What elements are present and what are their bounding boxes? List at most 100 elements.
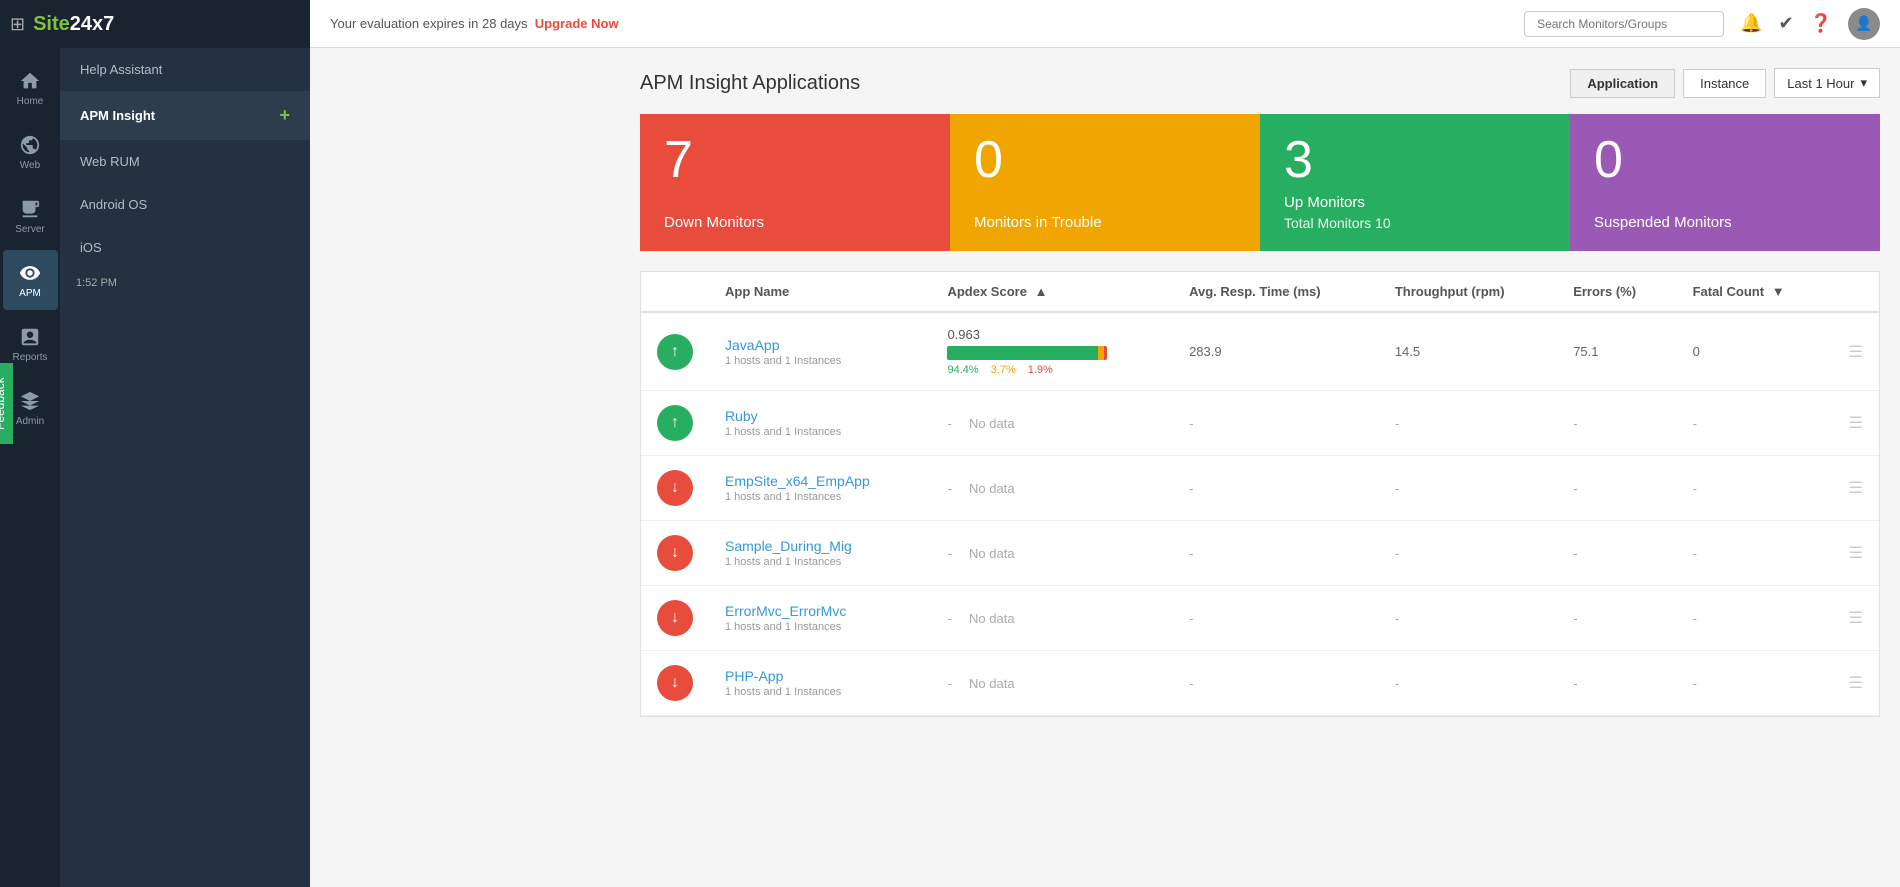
status-icon: ↑ [657, 405, 693, 441]
cell-row-menu[interactable]: ☰ [1833, 521, 1879, 586]
cell-app-name[interactable]: EmpSite_x64_EmpApp 1 hosts and 1 Instance… [709, 456, 931, 521]
menu-item-web-rum[interactable]: Web RUM [60, 140, 310, 183]
nav-label-server: Server [15, 224, 44, 235]
apps-table: App Name Apdex Score ▲ Avg. Resp. Time (… [641, 272, 1879, 716]
status-icon: ↑ [657, 334, 693, 370]
errors-value: - [1573, 676, 1577, 691]
chevron-down-icon: ▾ [1860, 75, 1867, 91]
sidebar-item-web[interactable]: Web [3, 122, 58, 182]
cell-row-menu[interactable]: ☰ [1833, 651, 1879, 716]
table-row: ↓ ErrorMvc_ErrorMvc1 hosts and 1 Instance… [641, 586, 1879, 651]
cell-avg-resp: - [1173, 521, 1379, 586]
sidebar-item-home[interactable]: Home [3, 58, 58, 118]
topbar-right: 🔔 ✔ ❓ 👤 [1524, 8, 1880, 40]
cell-status: ↓ [641, 456, 709, 521]
menu-item-ios[interactable]: iOS [60, 226, 310, 269]
menu-label-help: Help Assistant [80, 62, 162, 77]
cell-throughput: - [1379, 651, 1557, 716]
time-range-dropdown[interactable]: Last 1 Hour ▾ [1774, 68, 1880, 98]
cell-app-name[interactable]: Ruby 1 hosts and 1 Instances [709, 391, 931, 456]
th-menu [1833, 272, 1879, 312]
th-app-name[interactable]: App Name [709, 272, 931, 312]
cell-fatal: - [1677, 586, 1833, 651]
app-name-link[interactable]: Ruby [725, 408, 758, 424]
cell-fatal: - [1677, 651, 1833, 716]
card-suspended-monitors[interactable]: 0 Suspended Monitors [1570, 114, 1880, 251]
view-instance-button[interactable]: Instance [1683, 69, 1766, 98]
app-name-link[interactable]: JavaApp [725, 337, 779, 353]
help-icon[interactable]: ❓ [1810, 13, 1832, 34]
sidebar-menu: Help Assistant APM Insight + Web RUM And… [60, 48, 310, 887]
suspended-monitors-label: Suspended Monitors [1594, 214, 1856, 231]
sidebar-item-apm[interactable]: APM [3, 250, 58, 310]
row-menu-icon[interactable]: ☰ [1849, 344, 1863, 361]
trouble-monitors-count: 0 [974, 134, 1236, 186]
app-name-link[interactable]: PHP-App [725, 668, 783, 684]
th-errors[interactable]: Errors (%) [1557, 272, 1676, 312]
cell-status: ↓ [641, 586, 709, 651]
header-controls: Application Instance Last 1 Hour ▾ [1570, 68, 1880, 98]
menu-item-apm-insight[interactable]: APM Insight + [60, 91, 310, 140]
status-icon: ↓ [657, 600, 693, 636]
app-name-link[interactable]: Sample_During_Mig [725, 538, 852, 554]
app-hosts: 1 hosts and 1 Instances [725, 491, 915, 503]
sidebar-item-server[interactable]: Server [3, 186, 58, 246]
no-data-label: No data [962, 481, 1015, 496]
row-menu-icon[interactable]: ☰ [1849, 545, 1863, 562]
cell-avg-resp: 283.9 [1173, 312, 1379, 391]
row-menu-icon[interactable]: ☰ [1849, 480, 1863, 497]
card-down-monitors[interactable]: 7 Down Monitors [640, 114, 950, 251]
row-menu-icon[interactable]: ☰ [1849, 610, 1863, 627]
fatal-value: - [1693, 611, 1697, 626]
cell-errors: - [1557, 521, 1676, 586]
cell-errors: 75.1 [1557, 312, 1676, 391]
no-data-label: No data [962, 676, 1015, 691]
feedback-tab[interactable]: Feedback [0, 363, 13, 444]
upgrade-button[interactable]: Upgrade Now [535, 16, 619, 31]
time-range-label: Last 1 Hour [1787, 76, 1854, 91]
throughput-value: - [1395, 481, 1399, 496]
app-name-link[interactable]: EmpSite_x64_EmpApp [725, 473, 870, 489]
avg-resp-value: - [1189, 481, 1193, 496]
apdex-score: - [947, 676, 951, 691]
card-trouble-monitors[interactable]: 0 Monitors in Trouble [950, 114, 1260, 251]
cell-row-menu[interactable]: ☰ [1833, 586, 1879, 651]
cell-row-menu[interactable]: ☰ [1833, 456, 1879, 521]
menu-label-android: Android OS [80, 197, 147, 212]
cell-row-menu[interactable]: ☰ [1833, 391, 1879, 456]
cell-row-menu[interactable]: ☰ [1833, 312, 1879, 391]
app-hosts: 1 hosts and 1 Instances [725, 426, 915, 438]
menu-item-android[interactable]: Android OS [60, 183, 310, 226]
bell-icon[interactable]: 🔔 [1740, 13, 1762, 34]
down-monitors-count: 7 [664, 134, 926, 186]
add-icon[interactable]: + [279, 105, 290, 126]
status-icon: ↓ [657, 535, 693, 571]
logo-text: Site24x7 [33, 13, 114, 36]
menu-item-help[interactable]: Help Assistant [60, 48, 310, 91]
row-menu-icon[interactable]: ☰ [1849, 415, 1863, 432]
th-throughput[interactable]: Throughput (rpm) [1379, 272, 1557, 312]
cell-errors: - [1557, 651, 1676, 716]
th-fatal[interactable]: Fatal Count ▼ [1677, 272, 1833, 312]
avatar[interactable]: 👤 [1848, 8, 1880, 40]
checkmark-icon[interactable]: ✔ [1778, 13, 1793, 34]
cell-app-name[interactable]: JavaApp1 hosts and 1 Instances [709, 312, 931, 391]
th-avg-resp[interactable]: Avg. Resp. Time (ms) [1173, 272, 1379, 312]
cell-fatal: - [1677, 456, 1833, 521]
apdex-score: - [947, 546, 951, 561]
cell-app-name[interactable]: ErrorMvc_ErrorMvc1 hosts and 1 Instances [709, 586, 931, 651]
cell-apdex: - No data [931, 521, 1173, 586]
down-monitors-label: Down Monitors [664, 214, 926, 231]
fatal-value: 0 [1693, 344, 1700, 359]
row-menu-icon[interactable]: ☰ [1849, 675, 1863, 692]
cell-app-name[interactable]: Sample_During_Mig1 hosts and 1 Instances [709, 521, 931, 586]
th-apdex[interactable]: Apdex Score ▲ [931, 272, 1173, 312]
view-application-button[interactable]: Application [1570, 69, 1675, 98]
app-name-link[interactable]: ErrorMvc_ErrorMvc [725, 603, 846, 619]
card-up-monitors[interactable]: 3 Up Monitors Total Monitors 10 [1260, 114, 1570, 251]
nav-label-apm: APM [19, 288, 41, 299]
search-input[interactable] [1524, 11, 1724, 37]
cell-fatal: - [1677, 521, 1833, 586]
avg-resp-value: - [1189, 546, 1193, 561]
cell-app-name[interactable]: PHP-App1 hosts and 1 Instances [709, 651, 931, 716]
